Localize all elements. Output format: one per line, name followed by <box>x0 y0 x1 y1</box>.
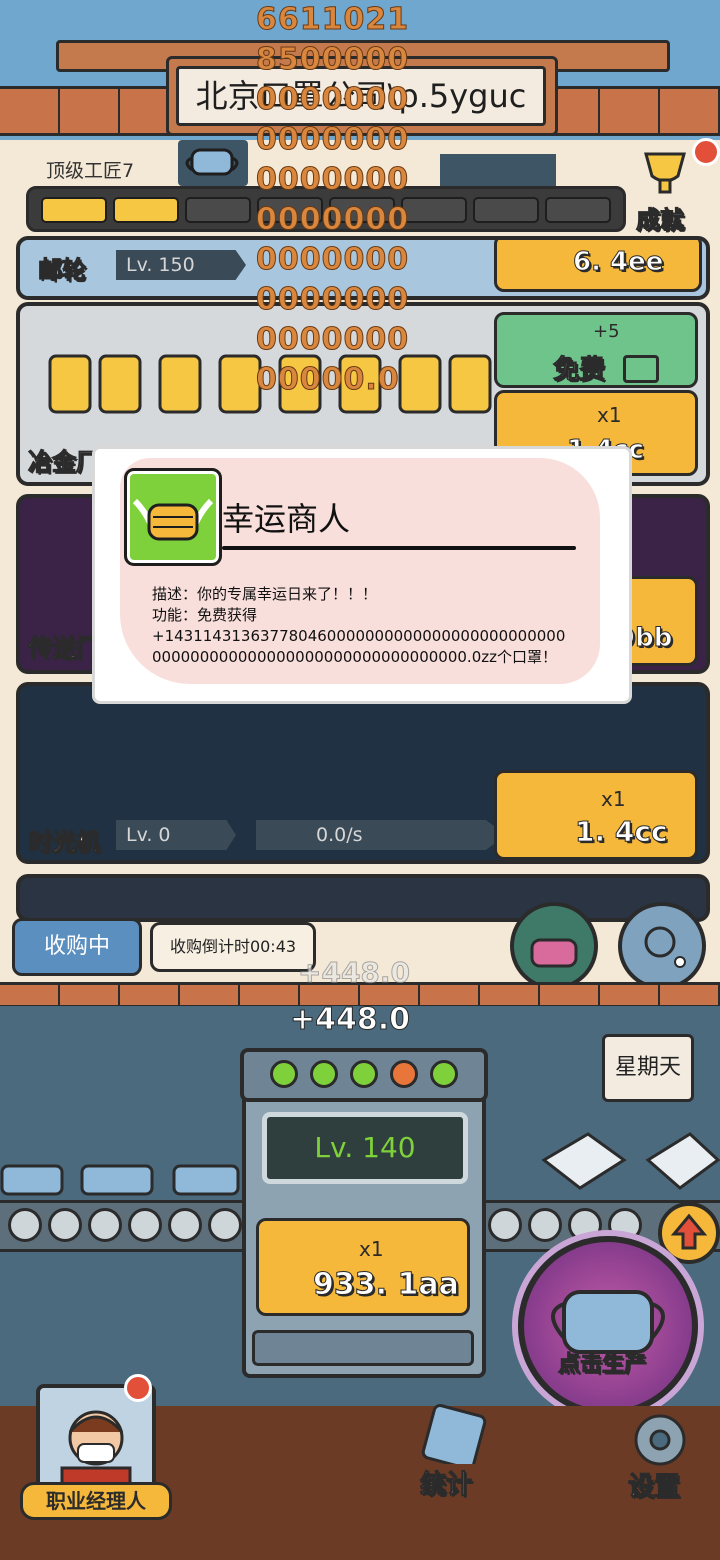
status-light <box>350 1060 378 1088</box>
floating-gain-text: +448.0 <box>297 956 411 990</box>
buying-tag[interactable]: 收购中 <box>12 918 142 976</box>
conveyor-wheel <box>88 1208 122 1242</box>
progress-segment <box>41 197 107 223</box>
status-light <box>310 1060 338 1088</box>
dialog-title: 幸运商人 <box>222 500 351 538</box>
clipboard-icon[interactable] <box>414 1402 494 1470</box>
machine-row-timemachine: 时光机 Lv. 0 0.0/s x1 1. 4cc <box>16 682 710 864</box>
gear-icon[interactable] <box>624 1410 696 1470</box>
ship-upgrade-button[interactable]: 6. 4ee <box>494 240 702 292</box>
free-upgrade-button[interactable]: +5 免费 <box>494 312 698 388</box>
row-name: 冶金厂 <box>28 448 101 477</box>
row-level: Lv. 0 <box>116 820 236 850</box>
machine-upgrade-button[interactable]: x1 933. 1aa <box>256 1218 470 1316</box>
produce-label: 点击生产 <box>557 1352 646 1378</box>
trophy-icon[interactable] <box>638 150 696 196</box>
conveyor-wheel <box>168 1208 202 1242</box>
row-name: 邮轮 <box>38 256 87 285</box>
dialog-divider <box>222 546 576 550</box>
free-label: 免费 <box>552 355 606 386</box>
video-play-icon <box>623 355 659 383</box>
mask-icon <box>178 140 248 186</box>
achievement-notification-dot <box>692 138 720 166</box>
manager-label[interactable]: 职业经理人 <box>20 1482 172 1520</box>
progress-segment <box>185 197 251 223</box>
upgrade-multiplier: x1 <box>597 403 622 427</box>
weekday-calendar: 星期天 <box>602 1034 694 1102</box>
machine-level: Lv. 140 <box>262 1112 468 1184</box>
status-light <box>390 1060 418 1088</box>
dialog-desc-line: 描述：你的专属幸运日来了！！！ <box>152 585 378 603</box>
production-rate: 0.0/s <box>256 820 506 850</box>
upgrade-multiplier: x1 <box>601 787 626 811</box>
conveyor-wheel <box>48 1208 82 1242</box>
tiny-overflow-text <box>440 154 556 188</box>
conveyor-wheel <box>208 1208 242 1242</box>
conveyor-wheel <box>488 1208 522 1242</box>
stats-label[interactable]: 统计 <box>419 1464 472 1501</box>
upgrade-price: 1. 4cc <box>575 815 669 849</box>
folded-masks <box>0 1160 240 1198</box>
row-name: 时光机 <box>28 828 101 857</box>
achievement-label[interactable]: 成就 <box>636 200 685 235</box>
machine-row-next <box>16 874 710 922</box>
money-counter: 6611021850000000000000000000000000000000… <box>256 2 410 398</box>
progress-segment <box>473 197 539 223</box>
winged-mask-icon <box>124 468 222 566</box>
packaged-masks <box>540 1130 720 1196</box>
progress-segment <box>545 197 611 223</box>
conveyor-wheel <box>528 1208 562 1242</box>
buying-countdown: 收购倒计时00:43 <box>150 922 316 972</box>
dialog-desc-line: +143114313637780460000000000000000000000… <box>152 627 566 666</box>
status-light <box>430 1060 458 1088</box>
settings-label[interactable]: 设置 <box>627 1466 680 1503</box>
conveyor-wheel <box>128 1208 162 1242</box>
timemachine-upgrade-button[interactable]: x1 1. 4cc <box>494 770 698 860</box>
customer-avatar-bubble[interactable] <box>510 902 598 990</box>
progress-segment <box>113 197 179 223</box>
row-name: 传送门 <box>28 634 101 663</box>
upgrade-multiplier: x1 <box>359 1237 384 1261</box>
conveyor-wheel <box>8 1208 42 1242</box>
floating-gain-text: +448.0 <box>289 1002 411 1038</box>
free-bonus: +5 <box>593 321 620 342</box>
virus-icon[interactable] <box>618 902 706 990</box>
status-light <box>270 1060 298 1088</box>
upgrade-price: 933. 1aa <box>313 1267 460 1303</box>
manager-notification-dot <box>124 1374 152 1402</box>
machine-base <box>252 1330 474 1366</box>
dialog-description: 描述：你的专属幸运日来了！！！ 功能：免费获得 +143114313637780… <box>152 584 572 668</box>
produce-button[interactable] <box>518 1236 698 1416</box>
row-level: Lv. 150 <box>116 250 246 280</box>
upgrade-price: 6. 4ee <box>572 247 664 278</box>
rank-label: 顶级工匠7 <box>46 160 135 182</box>
dialog-desc-line: 功能：免费获得 <box>152 606 258 624</box>
